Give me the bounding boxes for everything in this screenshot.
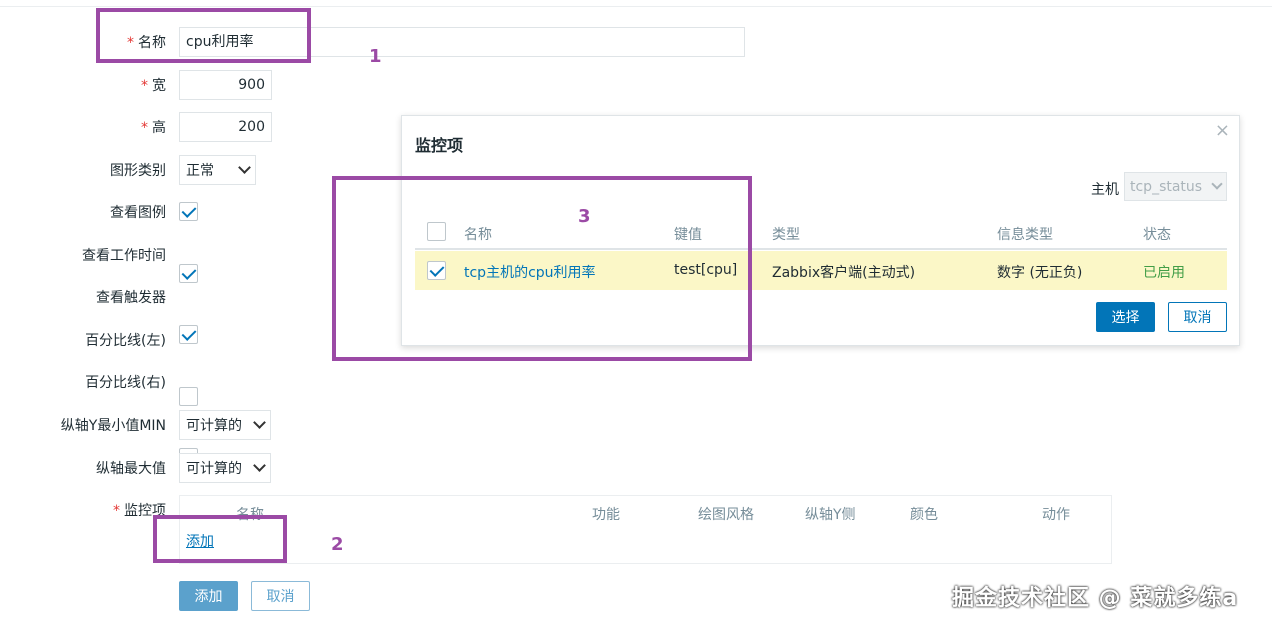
row-type: Zabbix客户端(主动式) [772, 265, 916, 281]
host-select-value: tcp_status [1130, 178, 1203, 195]
chevron-down-icon [238, 161, 251, 174]
show-working-time-row: 查看工作时间 [0, 239, 166, 271]
show-triggers-label: 查看触发器 [96, 290, 166, 306]
chevron-down-icon [1211, 178, 1223, 190]
y-min-label: 纵轴Y最小值MIN [60, 418, 166, 434]
annotation-label-1: 1 [369, 46, 382, 67]
items-col-y-axis-side: 纵轴Y侧 [805, 507, 856, 523]
host-label: 主机 [1091, 182, 1119, 198]
items-table: 名称 功能 绘图风格 纵轴Y侧 颜色 动作 添加 [179, 495, 1112, 564]
y-max-select[interactable]: 可计算的 [179, 453, 271, 483]
percentile-right-row: 百分比线(右) [0, 366, 166, 398]
chevron-down-icon [253, 459, 266, 472]
y-min-value: 可计算的 [186, 418, 242, 434]
dialog-cancel-button[interactable]: 取消 [1168, 302, 1227, 332]
height-label: * 高 [141, 120, 166, 136]
graph-type-value: 正常 [186, 163, 214, 179]
annotation-box-2 [153, 515, 287, 563]
percentile-left-checkbox[interactable] [179, 387, 198, 406]
percentile-right-label: 百分比线(右) [85, 375, 166, 391]
col-status: 状态 [1143, 227, 1171, 243]
select-button[interactable]: 选择 [1096, 302, 1155, 332]
width-row: * 宽 [0, 69, 166, 101]
show-legend-checkbox[interactable] [179, 202, 198, 221]
graph-type-label: 图形类别 [110, 163, 166, 179]
percentile-left-label: 百分比线(左) [85, 333, 166, 349]
cancel-button[interactable]: 取消 [251, 581, 310, 611]
annotation-label-2: 2 [331, 534, 344, 555]
y-min-select[interactable]: 可计算的 [179, 410, 271, 440]
y-max-row: 纵轴最大值 [0, 452, 166, 484]
percentile-left-row: 百分比线(左) [0, 324, 166, 356]
height-input[interactable]: 200 [179, 112, 272, 142]
height-row: * 高 [0, 111, 166, 143]
col-info-type: 信息类型 [997, 227, 1053, 243]
row-status: 已启用 [1143, 265, 1185, 281]
host-select[interactable]: tcp_status [1124, 172, 1227, 201]
show-triggers-row: 查看触发器 [0, 281, 166, 313]
width-input[interactable]: 900 [179, 70, 272, 100]
show-working-time-label: 查看工作时间 [82, 248, 166, 264]
items-col-color: 颜色 [910, 507, 938, 523]
add-button[interactable]: 添加 [179, 581, 238, 611]
show-triggers-checkbox[interactable] [179, 325, 198, 344]
items-col-function: 功能 [592, 507, 620, 523]
show-legend-label: 查看图例 [110, 205, 166, 221]
close-icon[interactable]: × [1215, 120, 1230, 141]
dialog-title: 监控项 [415, 136, 464, 155]
items-col-action: 动作 [1042, 507, 1070, 523]
annotation-box-1 [96, 8, 311, 63]
graph-type-select[interactable]: 正常 [179, 155, 256, 185]
y-max-label: 纵轴最大值 [96, 461, 166, 477]
items-row: * 监控项 [0, 494, 166, 526]
y-min-row: 纵轴Y最小值MIN [0, 409, 166, 441]
annotation-box-3 [332, 176, 752, 361]
items-col-draw-style: 绘图风格 [698, 507, 754, 523]
show-legend-row: 查看图例 [0, 196, 166, 228]
watermark: 掘金技术社区 @ 菜就多练a [952, 586, 1239, 611]
show-working-time-checkbox[interactable] [179, 264, 198, 283]
graph-type-row: 图形类别 [0, 154, 166, 186]
y-max-value: 可计算的 [186, 461, 242, 477]
annotation-label-3: 3 [578, 206, 591, 227]
width-label: * 宽 [141, 78, 166, 94]
chevron-down-icon [253, 416, 266, 429]
col-type: 类型 [772, 227, 800, 243]
row-info-type: 数字 (无正负) [997, 265, 1083, 281]
items-label: * 监控项 [113, 503, 166, 519]
top-divider [0, 6, 1272, 7]
